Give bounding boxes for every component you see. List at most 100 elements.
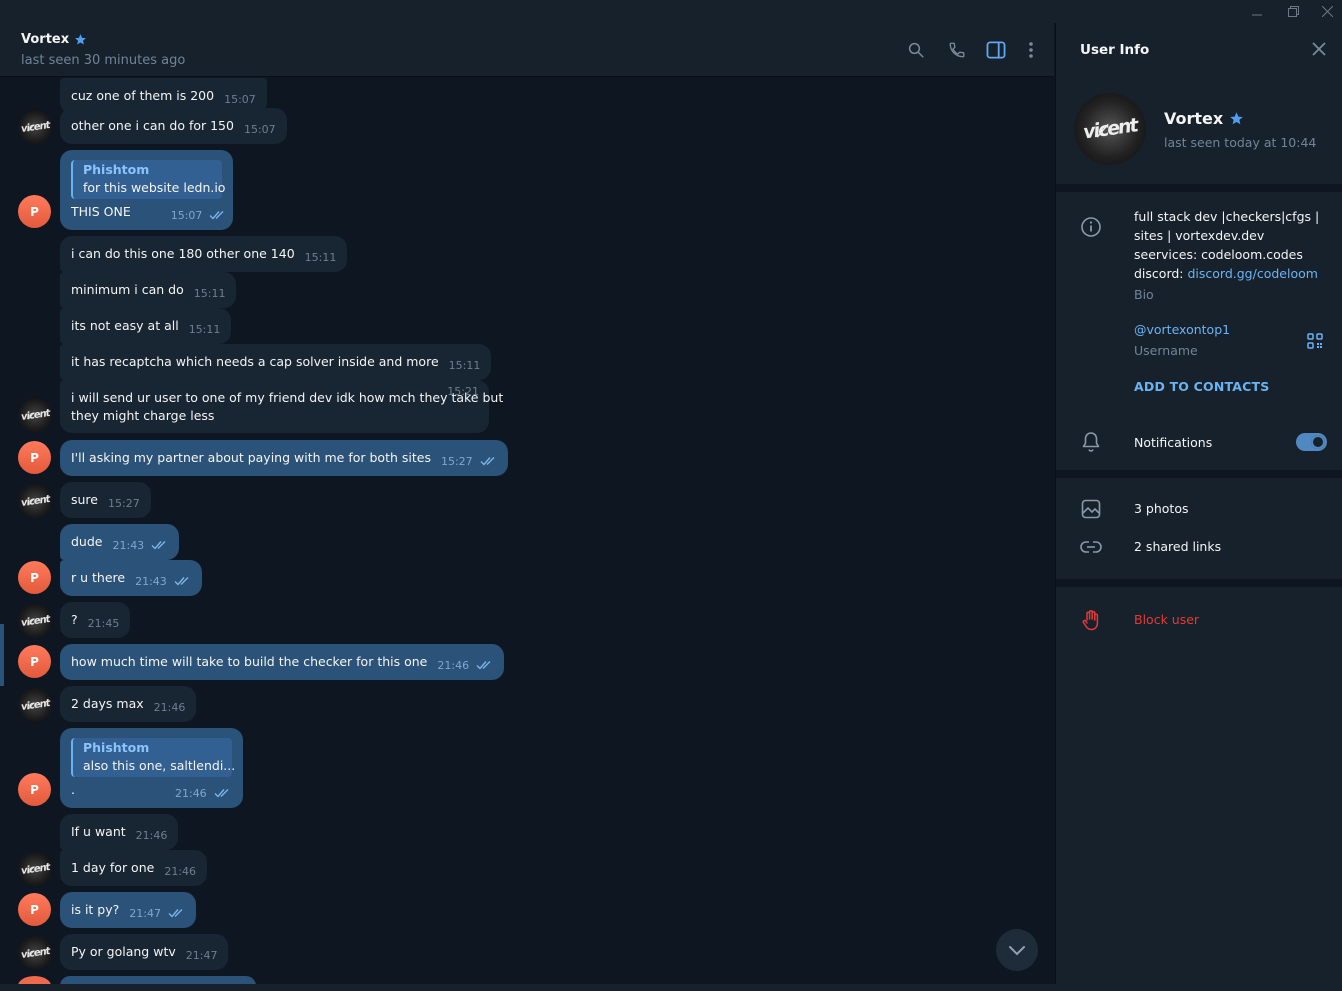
bio: full stack dev |checkers|cfgs | sites | …: [1134, 207, 1319, 283]
double-check-icon: [168, 905, 185, 923]
scroll-down-button[interactable]: [996, 929, 1038, 971]
shared-links-link[interactable]: 2 shared links: [1134, 537, 1221, 556]
message-text: how much time will take to build the che…: [71, 654, 428, 669]
bell-icon: [1080, 431, 1102, 453]
message-text-continued: they might charge less: [71, 408, 215, 423]
message-time: 21:43: [112, 539, 145, 552]
username-label: Username: [1134, 343, 1198, 358]
more-vertical-icon[interactable]: [1019, 38, 1043, 62]
avatar[interactable]: vic̷ent: [18, 484, 52, 518]
double-check-icon: [476, 657, 493, 675]
star-icon: [1230, 112, 1243, 125]
phone-icon[interactable]: [945, 38, 969, 62]
message-time: 15:11: [448, 359, 481, 372]
message-outgoing[interactable]: dude 21:43: [60, 524, 180, 560]
message-outgoing[interactable]: I'll asking my partner about paying with…: [60, 440, 508, 476]
avatar[interactable]: vic̷ent: [18, 110, 52, 144]
photos-link[interactable]: 3 photos: [1134, 499, 1189, 518]
bio-line: sites | vortexdev.dev: [1134, 228, 1265, 243]
message-incoming[interactable]: other one i can do for 150 15:07: [60, 108, 287, 144]
message-incoming[interactable]: Py or golang wtv 21:47: [60, 934, 229, 970]
profile-avatar[interactable]: vic̷ent: [1074, 93, 1146, 165]
bio-link[interactable]: discord.gg/codeloom: [1187, 266, 1317, 281]
message-time: 21:43: [135, 575, 167, 588]
add-to-contacts-button[interactable]: ADD TO CONTACTS: [1134, 379, 1269, 394]
message-incoming[interactable]: 2 days max 21:46: [60, 686, 197, 722]
avatar[interactable]: vic̷ent: [18, 688, 52, 722]
message-time: 21:46: [135, 829, 168, 842]
message-text: i will send ur user to one of my friend …: [71, 390, 504, 405]
bio-line: seervices: codeloom.codes: [1134, 247, 1303, 262]
message-time: 15:11: [304, 251, 337, 264]
message-outgoing[interactable]: Phishtom also this one, saltlendi... . 21…: [60, 728, 243, 808]
minimize-icon[interactable]: [1240, 0, 1274, 23]
message-incoming[interactable]: ? 21:45: [60, 602, 131, 638]
avatar[interactable]: vic̷ent: [18, 398, 52, 432]
message-time: 15:11: [188, 323, 221, 336]
chevron-down-icon: [1009, 945, 1025, 955]
message-incoming[interactable]: If u want 21:46: [60, 814, 179, 850]
message-text: r u there: [71, 570, 126, 585]
avatar-initial: P: [30, 450, 39, 465]
divider: [1056, 184, 1342, 192]
avatar[interactable]: P: [18, 645, 51, 678]
block-user-button[interactable]: Block user: [1134, 612, 1199, 627]
info-icon: [1080, 216, 1102, 238]
message-incoming[interactable]: its not easy at all 15:11: [60, 308, 232, 344]
qr-code-icon[interactable]: [1307, 333, 1323, 349]
message-text: If u want: [71, 824, 126, 839]
avatar-text: vic̷ent: [20, 945, 50, 961]
restore-icon[interactable]: [1276, 0, 1310, 23]
avatar[interactable]: P: [18, 195, 51, 228]
message-time: 21:45: [87, 617, 120, 630]
message-incoming[interactable]: i can do this one 180 other one 140 15:11: [60, 236, 348, 272]
message-outgoing[interactable]: Phishtom for this website ledn.io THIS O…: [60, 150, 233, 230]
avatar[interactable]: P: [18, 893, 51, 926]
divider: [1056, 470, 1342, 478]
reply-author: Phishtom: [83, 740, 150, 755]
notifications-toggle[interactable]: [1296, 433, 1327, 451]
message-text: ?: [71, 612, 78, 627]
message-outgoing[interactable]: is it py? 21:47: [60, 892, 196, 928]
avatar-partial: [18, 976, 51, 984]
chat-title-text: Vortex: [21, 32, 70, 47]
message-time: 15:07: [243, 123, 276, 136]
reply-preview[interactable]: Phishtom for this website ledn.io: [71, 160, 225, 199]
message-incoming[interactable]: sure 15:27: [60, 482, 151, 518]
avatar-initial: P: [30, 204, 39, 219]
search-icon[interactable]: [904, 38, 928, 62]
chat-title[interactable]: Vortex: [21, 32, 87, 47]
avatar[interactable]: vic̷ent: [18, 604, 52, 638]
avatar-text: vic̷ent: [20, 697, 50, 713]
close-icon[interactable]: [1311, 41, 1331, 61]
reply-preview[interactable]: Phishtom also this one, saltlendi...: [71, 738, 235, 777]
sidebar-toggle-icon[interactable]: [984, 38, 1008, 62]
message-outgoing-partial[interactable]: [60, 976, 256, 984]
message-text: .: [71, 782, 75, 797]
avatar[interactable]: vic̷ent: [18, 936, 52, 970]
close-icon[interactable]: [1310, 0, 1342, 23]
message-outgoing[interactable]: how much time will take to build the che…: [60, 644, 505, 680]
message-outgoing[interactable]: r u there 21:43: [60, 560, 202, 596]
avatar[interactable]: P: [18, 773, 51, 806]
username-link[interactable]: @vortexontop1: [1134, 320, 1230, 339]
avatar[interactable]: P: [18, 561, 51, 594]
message-list[interactable]: cuz one of them is 200 15:07 vic̷ent othe…: [0, 78, 1054, 984]
message-time: 15:07: [224, 93, 256, 106]
avatar-text: vic̷ent: [20, 407, 50, 423]
avatar-text: vic̷ent: [20, 613, 50, 629]
profile-last-seen: last seen today at 10:44: [1164, 135, 1317, 150]
message-text: 2 days max: [71, 696, 144, 711]
message-incoming[interactable]: 1 day for one 21:46: [60, 850, 208, 886]
link-icon: [1080, 536, 1102, 558]
avatar[interactable]: vic̷ent: [18, 852, 52, 886]
message-incoming[interactable]: it has recaptcha which needs a cap solve…: [60, 344, 492, 380]
avatar[interactable]: P: [18, 441, 51, 474]
message-text: minimum i can do: [71, 282, 184, 297]
message-incoming[interactable]: i will send ur user to one of my friend …: [60, 380, 504, 433]
bio-label: Bio: [1134, 287, 1154, 302]
bottom-bar: [0, 984, 1342, 991]
message-time: 15:11: [193, 287, 226, 300]
photo-icon: [1080, 498, 1102, 520]
message-incoming[interactable]: minimum i can do 15:11: [60, 272, 237, 308]
